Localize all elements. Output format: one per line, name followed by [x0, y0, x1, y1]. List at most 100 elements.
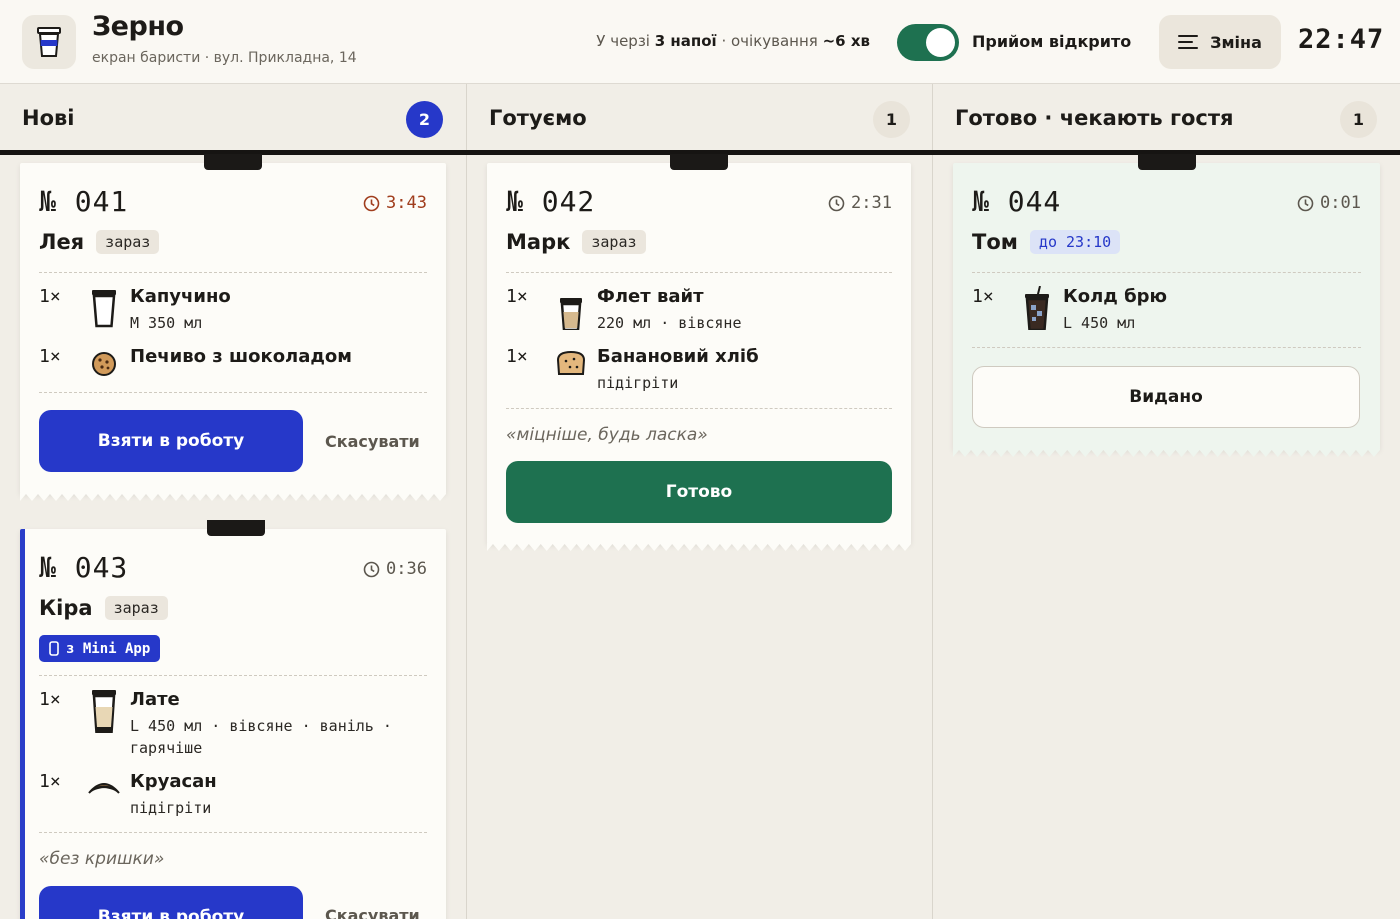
tall-cup-icon: [92, 690, 116, 733]
pickup-chip: зараз: [96, 230, 160, 254]
clock-icon: [363, 195, 380, 211]
cancel-button[interactable]: Скасувати: [325, 432, 420, 451]
toggle-knob: [926, 28, 955, 57]
item-name: Лате: [130, 689, 180, 710]
item-options: підігріти: [130, 799, 212, 817]
iced-drink-icon: [1025, 286, 1049, 330]
item-name: Печиво з шоколадом: [130, 346, 353, 367]
divider: [39, 392, 427, 393]
queue-status: У черзі 3 напої · очікування ~6 хв: [520, 32, 870, 50]
take-order-button[interactable]: Взяти в роботу: [39, 886, 303, 919]
pickup-chip: зараз: [582, 230, 646, 254]
clock: 22:47: [1298, 24, 1385, 55]
column-header: Готово · чекають гостя 1: [933, 84, 1400, 152]
ticket-clip: [1137, 154, 1196, 170]
cup-icon: [92, 290, 116, 328]
item-text: Печиво з шоколадом: [130, 346, 352, 367]
customer-name: Лея: [39, 230, 85, 254]
ticket-044[interactable]: № 044 0:01 Том до 23:10 1× Колд брю L 45…: [953, 154, 1380, 457]
menu-icon: [1178, 35, 1199, 49]
cup-icon: [560, 298, 582, 330]
source-label: з Mini App: [66, 640, 151, 657]
app-header: Зерно екран баристи · вул. Прикладна, 14…: [0, 0, 1400, 84]
divider: [39, 832, 427, 833]
ticket-torn-edge: [20, 493, 446, 501]
column-title: Нові: [22, 106, 75, 130]
item-qty: 1×: [39, 286, 61, 307]
ticket-timer: 3:43: [363, 193, 427, 213]
ticket-043[interactable]: № 043 0:36 Кіра зараз з Mini App 1× Лате…: [20, 520, 446, 919]
column-header: Нові 2: [0, 84, 466, 152]
item-qty: 1×: [39, 689, 61, 710]
customer-note: «міцніше, будь ласка»: [506, 425, 708, 445]
column-count-badge: 1: [873, 101, 910, 138]
toggle-label: Прийом відкрито: [972, 32, 1132, 51]
pickup-time-chip: до 23:10: [1029, 230, 1121, 254]
croissant-icon: [88, 783, 120, 794]
ticket-number: № 043: [39, 551, 129, 584]
column-count-badge: 2: [406, 101, 443, 138]
ticket-number: № 044: [972, 185, 1062, 218]
customer-name: Том: [972, 230, 1018, 254]
column-header: Готуємо 1: [467, 84, 932, 152]
ticket-timer: 0:01: [1297, 193, 1361, 213]
phone-icon: [49, 641, 59, 656]
item-qty: 1×: [972, 286, 994, 307]
orders-open-toggle[interactable]: [897, 24, 959, 61]
ready-button[interactable]: Готово: [506, 461, 892, 523]
item-options: 220 мл · вівсяне: [597, 314, 742, 332]
item-qty: 1×: [39, 771, 61, 792]
item-name: Колд брю: [1063, 286, 1168, 307]
item-name: Капучино: [130, 286, 231, 307]
shift-button[interactable]: Зміна: [1159, 15, 1281, 69]
queue-wait: ~6 хв: [822, 32, 870, 50]
divider: [506, 408, 892, 409]
item-text: Лате L 450 мл · вівсяне · ваніль · гаряч…: [130, 689, 430, 759]
customer-row: Том до 23:10: [972, 230, 1121, 254]
ticket-clip: [204, 154, 262, 170]
item-options: L 450 мл: [1063, 314, 1136, 332]
item-name: Банановий хліб: [597, 346, 759, 367]
queue-mid: · очікування: [716, 32, 823, 50]
cookie-icon: [92, 352, 116, 376]
item-options: підігріти: [597, 374, 679, 392]
ticket-041[interactable]: № 041 3:43 Лея зараз 1× Капучино M 350 м…: [20, 154, 446, 501]
ticket-042[interactable]: № 042 2:31 Марк зараз 1× Флет вайт 220 м…: [487, 154, 911, 551]
pickup-chip: зараз: [104, 596, 168, 620]
ticket-number: № 042: [506, 185, 596, 218]
cancel-button[interactable]: Скасувати: [325, 906, 420, 919]
location-subtitle: екран баристи · вул. Прикладна, 14: [92, 50, 357, 66]
divider: [972, 347, 1361, 348]
clock-icon: [1297, 195, 1314, 211]
timer-value: 3:43: [386, 193, 427, 213]
item-qty: 1×: [506, 346, 528, 367]
item-name: Флет вайт: [597, 286, 704, 307]
item-options: L 450 мл · вівсяне · ваніль · гарячіше: [130, 717, 392, 757]
timer-value: 0:01: [1320, 193, 1361, 213]
customer-row: Марк зараз: [506, 230, 646, 254]
shift-label: Зміна: [1210, 32, 1262, 52]
divider: [39, 675, 427, 676]
ticket-number: № 041: [39, 185, 129, 218]
item-name: Круасан: [130, 771, 217, 792]
cup-logo-icon: [37, 27, 61, 57]
item-text: Круасан підігріти: [130, 771, 217, 819]
queue-prefix: У черзі: [596, 32, 655, 50]
source-badge: з Mini App: [39, 635, 161, 662]
handed-over-button[interactable]: Видано: [972, 366, 1360, 428]
item-options: M 350 мл: [130, 314, 203, 332]
logo: [22, 15, 76, 69]
divider: [506, 272, 892, 273]
take-order-button[interactable]: Взяти в роботу: [39, 410, 303, 472]
clock-icon: [363, 561, 380, 577]
column-title: Готово · чекають гостя: [955, 106, 1234, 130]
column-title: Готуємо: [489, 106, 587, 130]
timer-value: 0:36: [386, 559, 427, 579]
ticket-timer: 2:31: [828, 193, 892, 213]
item-text: Флет вайт 220 мл · вівсяне: [597, 286, 742, 334]
divider: [972, 272, 1361, 273]
item-qty: 1×: [506, 286, 528, 307]
customer-note: «без кришки»: [39, 849, 165, 869]
divider: [39, 272, 427, 273]
ticket-torn-edge: [953, 449, 1380, 457]
